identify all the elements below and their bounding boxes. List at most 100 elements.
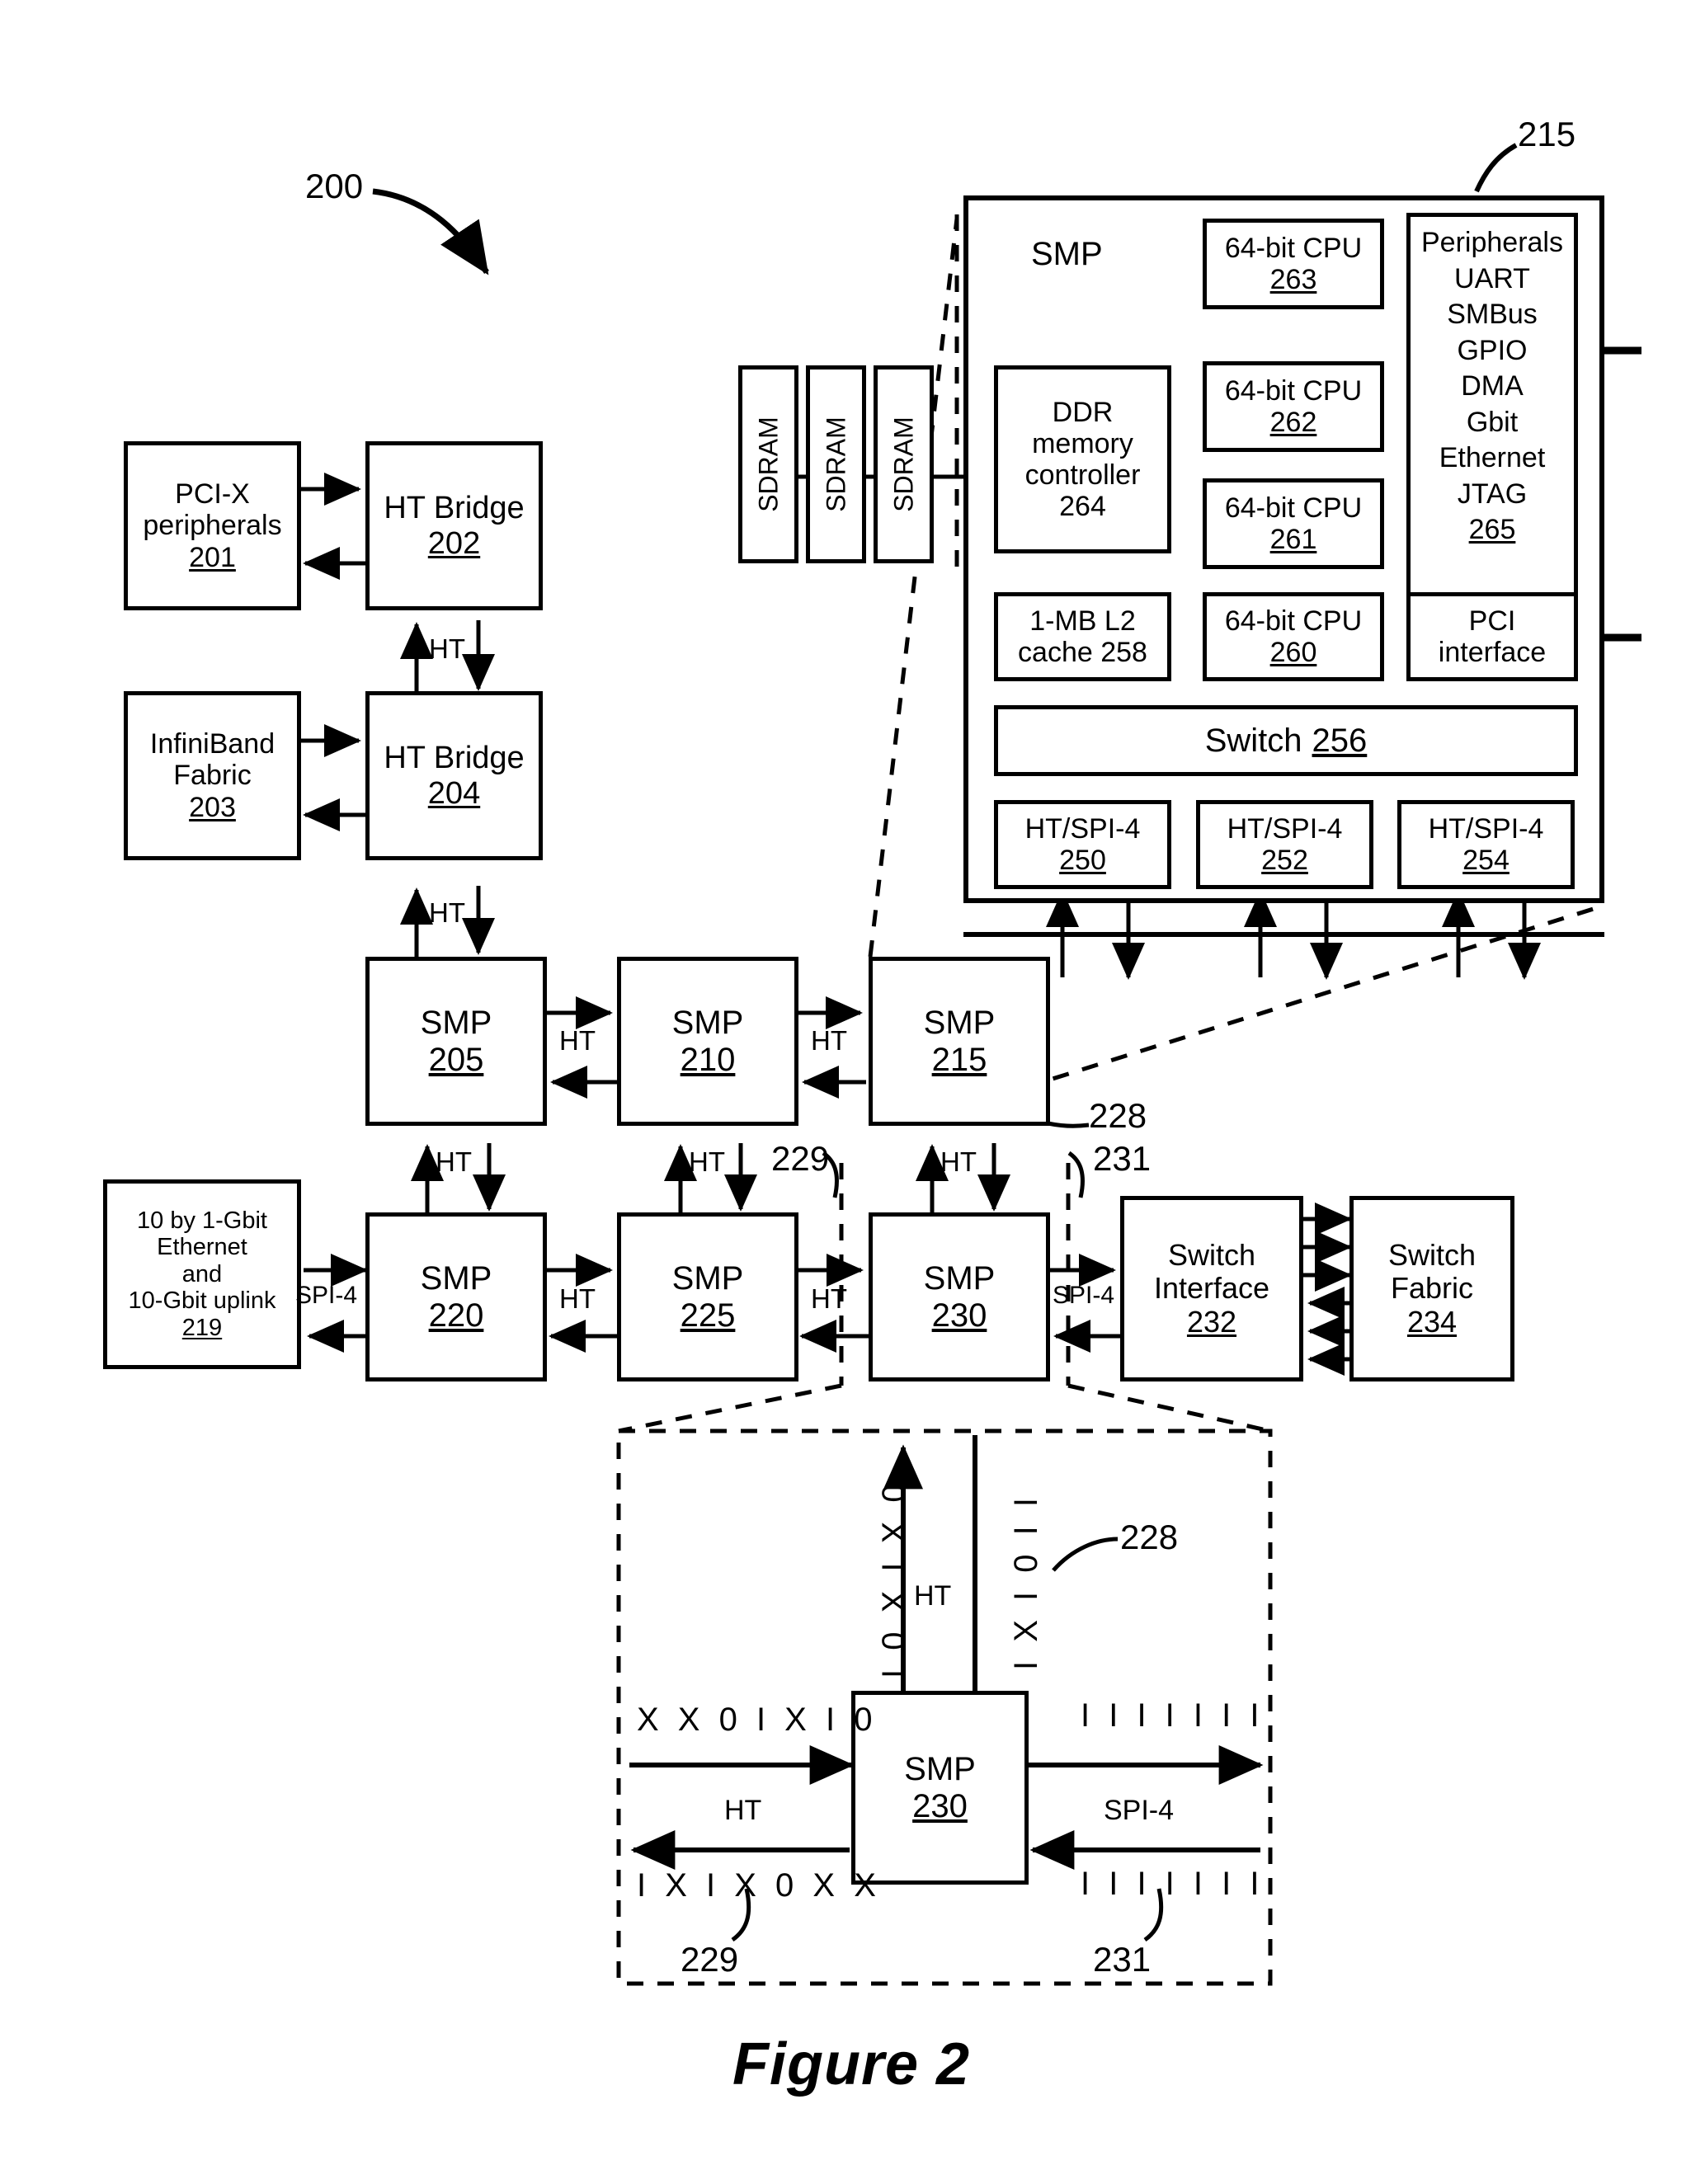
callout-ht-vertical-label: HT [914, 1580, 952, 1612]
cpu-260-box: 64-bit CPU 260 [1203, 592, 1384, 681]
callout-ref-231-inner: 231 [1093, 1940, 1152, 1979]
callout-bits-in-ht: X X 0 I X I 0 [637, 1702, 878, 1738]
ht-bridge-202-ref: 202 [427, 525, 481, 561]
switch-fabric-line1: Switch [1387, 1238, 1477, 1273]
ht-bridge-204-box: HT Bridge 204 [365, 691, 543, 860]
sdram-label-2: SDRAM [821, 417, 850, 512]
ddr-memory-controller-box: DDR memory controller 264 [994, 365, 1171, 553]
peripherals-item-jtag: JTAG [1457, 478, 1528, 510]
sdram-module-1: SDRAM [738, 365, 798, 563]
l2-cache-line2: cache 258 [1018, 637, 1147, 668]
link-label-ht-bridge-204-smp205: HT [429, 897, 465, 928]
infiniband-line2: Fabric [173, 760, 252, 792]
smp-225-ref: 225 [680, 1297, 736, 1334]
figure-caption: Figure 2 [732, 2031, 971, 2097]
link-label-ht-205-210: HT [559, 1025, 596, 1056]
callout-ht-left-label: HT [724, 1795, 762, 1826]
callout-bits-out-ht: I X I X 0 X X [637, 1867, 881, 1904]
ethernet-uplink-box: 10 by 1-Gbit Ethernet and 10-Gbit uplink… [103, 1179, 301, 1369]
smp-215-box: SMP 215 [869, 957, 1050, 1126]
peripherals-title: Peripherals [1421, 227, 1563, 258]
ddr-ref: 264 [1059, 491, 1106, 523]
callout-bits-up-vertical: I 0 X I X 0 [876, 1479, 912, 1678]
peripherals-item-dma: DMA [1461, 370, 1524, 402]
infiniband-line1: InfiniBand [149, 728, 276, 760]
ht-spi4-254-ref: 254 [1462, 845, 1510, 876]
switch-interface-box: Switch Interface 232 [1120, 1196, 1303, 1381]
ht-spi4-252-ref: 252 [1261, 845, 1308, 876]
cpu-261-label: 64-bit CPU [1224, 492, 1363, 524]
pci-interface-line2: interface [1438, 637, 1547, 668]
smp-210-box: SMP 210 [617, 957, 798, 1126]
infiniband-ref: 203 [189, 791, 236, 823]
switch-fabric-line2: Fabric [1390, 1271, 1474, 1306]
peripherals-item-gbit: Gbit [1466, 406, 1519, 438]
cpu-260-ref: 260 [1269, 637, 1317, 668]
callout-bits-out-spi4: I I I I I I I [1081, 1697, 1265, 1734]
detail-title-smp: SMP [1031, 236, 1103, 272]
smp-230-ref: 230 [931, 1297, 987, 1334]
peripherals-item-ethernet: Ethernet [1439, 442, 1546, 474]
switch-interface-line1: Switch [1167, 1238, 1256, 1273]
ethernet-line1: 10 by 1-Gbit [137, 1207, 267, 1234]
peripherals-item-smbus: SMBus [1447, 299, 1538, 331]
l2-cache-line1: 1-MB L2 [1029, 605, 1136, 637]
callout-ref-229-inner: 229 [681, 1940, 739, 1979]
smp-225-box: SMP 225 [617, 1212, 798, 1381]
link-label-ht-210-225: HT [689, 1146, 725, 1177]
peripherals-item-gpio: GPIO [1457, 334, 1528, 366]
smp-210-label: SMP [671, 1004, 744, 1041]
infiniband-fabric-box: InfiniBand Fabric 203 [124, 691, 301, 860]
pcix-line2: peripherals [143, 510, 282, 542]
switch-256-ref: 256 [1312, 722, 1368, 759]
link-label-ht-210-215: HT [811, 1025, 847, 1056]
callout-smp-230-box: SMP 230 [851, 1691, 1029, 1885]
smp-220-box: SMP 220 [365, 1212, 547, 1381]
smp-225-label: SMP [671, 1259, 744, 1297]
callout-spi4-right-label: SPI-4 [1104, 1795, 1175, 1826]
ht-spi4-252-box: HT/SPI-4 252 [1196, 800, 1373, 889]
callout-smp-230-label: SMP [904, 1750, 976, 1787]
link-label-spi4-230-232: SPI-4 [1053, 1282, 1115, 1309]
callout-ref-229: 229 [771, 1139, 830, 1178]
link-label-spi4-219-220: SPI-4 [295, 1282, 358, 1309]
sdram-label-1: SDRAM [753, 417, 783, 512]
ht-spi4-254-box: HT/SPI-4 254 [1397, 800, 1575, 889]
pcix-peripherals-box: PCI-X peripherals 201 [124, 441, 301, 610]
ht-spi4-250-box: HT/SPI-4 250 [994, 800, 1171, 889]
link-label-ht-220-225: HT [559, 1283, 596, 1314]
link-label-ht-bridge-202-204: HT [429, 633, 465, 664]
switch-256-label: Switch [1204, 722, 1302, 759]
system-ref-200: 200 [305, 167, 364, 205]
switch-interface-line2: Interface [1153, 1271, 1270, 1306]
callout-ref-228-inner: 228 [1120, 1518, 1179, 1556]
smp-230-box: SMP 230 [869, 1212, 1050, 1381]
link-label-ht-215-230: HT [940, 1146, 977, 1177]
callout-smp-230-ref: 230 [912, 1787, 968, 1824]
ddr-line2: memory [1032, 427, 1133, 459]
link-label-ht-205-220: HT [436, 1146, 472, 1177]
ethernet-line4: 10-Gbit uplink [128, 1287, 276, 1315]
cpu-262-label: 64-bit CPU [1224, 374, 1363, 407]
cpu-263-box: 64-bit CPU 263 [1203, 219, 1384, 309]
cpu-260-label: 64-bit CPU [1224, 605, 1363, 637]
ht-spi4-252-label: HT/SPI-4 [1227, 812, 1343, 845]
smp-210-ref: 210 [680, 1041, 736, 1078]
cpu-262-box: 64-bit CPU 262 [1203, 361, 1384, 452]
ht-bridge-204-ref: 204 [427, 775, 481, 811]
peripherals-item-uart: UART [1454, 262, 1530, 294]
smp-220-label: SMP [420, 1259, 492, 1297]
smp-215-label: SMP [923, 1004, 996, 1041]
switch-256-box: Switch 256 [994, 705, 1578, 776]
ethernet-ref: 219 [181, 1314, 223, 1341]
cpu-262-ref: 262 [1269, 407, 1317, 438]
pci-interface-box: PCI interface [1406, 592, 1578, 681]
callout-bits-down-vertical: I X I 0 I I [1008, 1493, 1044, 1670]
switch-fabric-box: Switch Fabric 234 [1349, 1196, 1514, 1381]
cpu-261-ref: 261 [1269, 524, 1317, 555]
pcix-ref: 201 [189, 541, 236, 573]
ht-bridge-204-label: HT Bridge [384, 740, 525, 775]
figure-canvas: 200 215 SMP DDR memory controller 264 64… [0, 0, 1705, 2184]
cpu-263-ref: 263 [1269, 264, 1317, 295]
ht-bridge-202-label: HT Bridge [384, 490, 525, 525]
